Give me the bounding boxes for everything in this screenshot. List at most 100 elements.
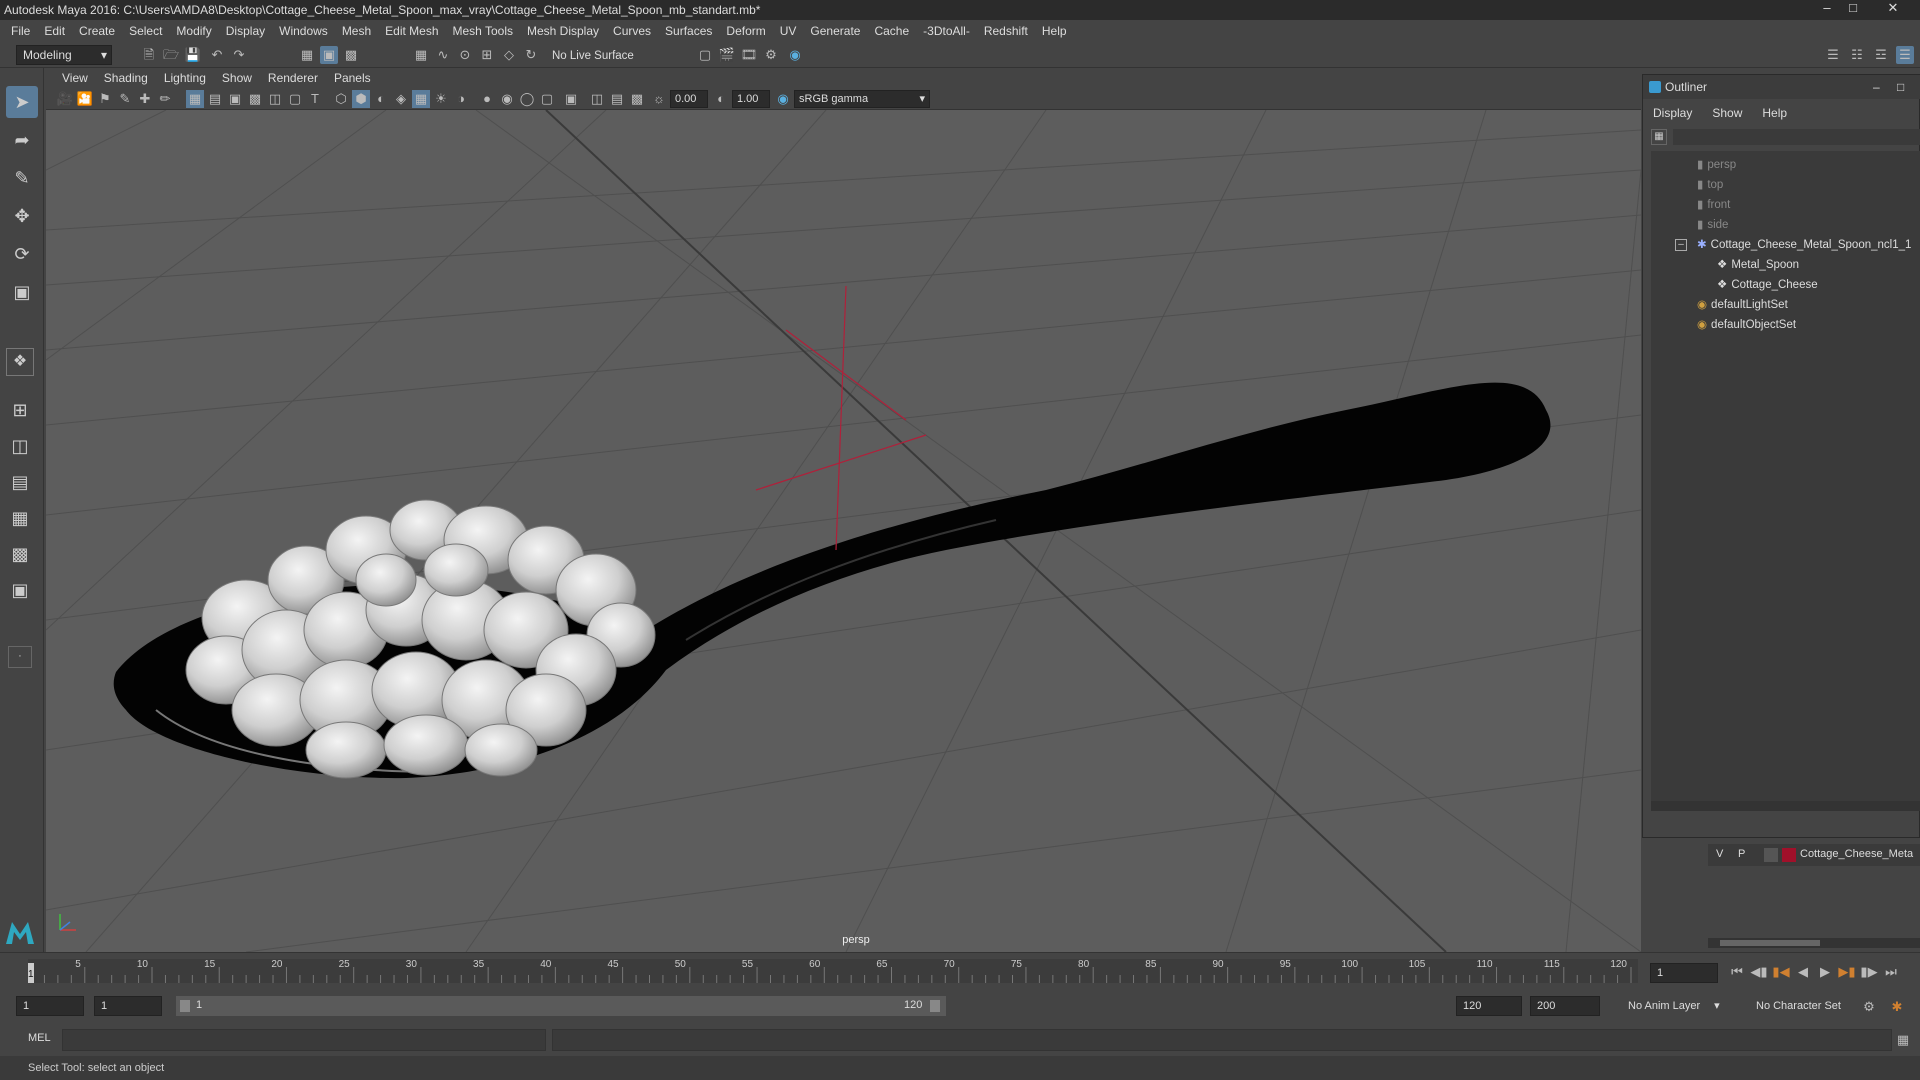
- render-region-icon[interactable]: ▢: [696, 46, 714, 64]
- gate-mask-icon[interactable]: ▩: [246, 90, 264, 108]
- xray-icon[interactable]: ◫: [588, 90, 606, 108]
- menu-windows[interactable]: Windows: [272, 24, 335, 38]
- color-management-icon[interactable]: ◉: [774, 90, 792, 108]
- grease-pencil-icon[interactable]: ✏: [156, 90, 174, 108]
- select-object-icon[interactable]: ▣: [320, 46, 338, 64]
- ipr-render-icon[interactable]: 🎞: [740, 46, 758, 64]
- step-back-frame-icon[interactable]: ▮◀: [1772, 963, 1790, 981]
- range-bar[interactable]: 1 120: [176, 996, 946, 1016]
- auto-key-icon[interactable]: ⚙: [1860, 998, 1878, 1016]
- menu-3dtoall[interactable]: -3DtoAll-: [916, 24, 977, 38]
- open-scene-icon[interactable]: 🗁: [162, 46, 180, 64]
- 2d-pan-zoom-icon[interactable]: ✚: [136, 90, 154, 108]
- scale-tool-icon[interactable]: ▣: [6, 276, 38, 308]
- command-input[interactable]: [62, 1029, 546, 1051]
- select-component-icon[interactable]: ▩: [342, 46, 360, 64]
- shadows-icon[interactable]: ◑: [452, 90, 470, 108]
- outliner-item-top[interactable]: ▮ top: [1697, 175, 1723, 195]
- channel-box-icon[interactable]: ☰: [1896, 46, 1914, 64]
- layer-horizontal-scrollbar[interactable]: [1708, 938, 1920, 948]
- tool-settings-icon[interactable]: ☲: [1872, 46, 1890, 64]
- snap-point-icon[interactable]: ⊙: [456, 46, 474, 64]
- anim-layer-dropdown[interactable]: No Anim Layer ▾: [1616, 996, 1736, 1016]
- outliner-item-persp[interactable]: ▮ persp: [1697, 155, 1736, 175]
- script-editor-icon[interactable]: ▦: [1894, 1031, 1912, 1049]
- wireframe-on-shaded-icon[interactable]: ◈: [392, 90, 410, 108]
- safe-action-icon[interactable]: ▢: [286, 90, 304, 108]
- menu-file[interactable]: File: [4, 24, 37, 38]
- field-chart-icon[interactable]: ◫: [266, 90, 284, 108]
- live-surface-field[interactable]: No Live Surface: [552, 47, 650, 65]
- collapse-toggle-icon[interactable]: –: [1675, 239, 1687, 251]
- outliner-horizontal-scrollbar[interactable]: [1651, 801, 1920, 811]
- step-forward-key-icon[interactable]: ▮▶: [1860, 963, 1878, 981]
- outliner-search-input[interactable]: [1673, 129, 1920, 145]
- minimize-button[interactable]: –: [1816, 0, 1838, 18]
- outliner-menu-show[interactable]: Show: [1702, 103, 1752, 123]
- gamma-field[interactable]: 1.00: [732, 90, 770, 108]
- textured-icon[interactable]: ▦: [412, 90, 430, 108]
- exposure-field[interactable]: 0.00: [670, 90, 708, 108]
- exposure-icon[interactable]: ☼: [650, 90, 668, 108]
- layer-name[interactable]: Cottage_Cheese_Meta: [1800, 848, 1913, 860]
- wireframe-icon[interactable]: ⬡: [332, 90, 350, 108]
- split-layout-icon[interactable]: ▦: [6, 504, 34, 532]
- menu-uv[interactable]: UV: [773, 24, 804, 38]
- motion-blur-icon[interactable]: ◉: [498, 90, 516, 108]
- graph-layout-icon[interactable]: ▤: [6, 468, 34, 496]
- gamma-icon[interactable]: ◐: [712, 90, 730, 108]
- lasso-tool-icon[interactable]: ➦: [6, 124, 38, 156]
- snap-surface-icon[interactable]: ◇: [500, 46, 518, 64]
- render-settings-icon[interactable]: ⚙: [762, 46, 780, 64]
- outliner-layout-icon[interactable]: ◫: [6, 432, 34, 460]
- custom-layout-icon[interactable]: ▣: [6, 576, 34, 604]
- time-slider-track[interactable]: 5 10 15 20 25 30 35 40 45 50 55 60 65 70 75 80 85 90 95 100…: [28, 959, 1638, 983]
- menu-cache[interactable]: Cache: [867, 24, 916, 38]
- menu-display[interactable]: Display: [219, 24, 272, 38]
- undo-icon[interactable]: ↶: [208, 46, 226, 64]
- scrollbar-thumb[interactable]: [1720, 940, 1820, 946]
- depth-of-field-icon[interactable]: ▢: [538, 90, 556, 108]
- step-forward-frame-icon[interactable]: ▶▮: [1838, 963, 1856, 981]
- menu-curves[interactable]: Curves: [606, 24, 658, 38]
- panel-menu-show[interactable]: Show: [214, 71, 260, 85]
- render-current-icon[interactable]: 🎬: [718, 46, 736, 64]
- camera-select-icon[interactable]: 🎥: [56, 90, 74, 108]
- menu-create[interactable]: Create: [72, 24, 122, 38]
- scene-start-field[interactable]: 1: [16, 996, 84, 1016]
- go-to-end-icon[interactable]: ⏭: [1882, 963, 1900, 981]
- panel-menu-lighting[interactable]: Lighting: [156, 71, 214, 85]
- outliner-item-group[interactable]: ✱ Cottage_Cheese_Metal_Spoon_ncl1_1: [1697, 235, 1911, 255]
- outliner-item-front[interactable]: ▮ front: [1697, 195, 1730, 215]
- scene-end-field[interactable]: 200: [1530, 996, 1600, 1016]
- play-forward-icon[interactable]: ▶: [1816, 963, 1834, 981]
- menu-mesh-tools[interactable]: Mesh Tools: [446, 24, 520, 38]
- go-to-start-icon[interactable]: ⏮: [1728, 963, 1746, 981]
- menu-edit-mesh[interactable]: Edit Mesh: [378, 24, 445, 38]
- snap-view-icon[interactable]: ⊞: [478, 46, 496, 64]
- outliner-item-default-light-set[interactable]: ◉ defaultLightSet: [1697, 295, 1788, 315]
- playback-start-field[interactable]: 1: [94, 996, 162, 1016]
- playback-end-field[interactable]: 120: [1456, 996, 1522, 1016]
- minimize-icon[interactable]: –: [1873, 75, 1880, 99]
- maximize-button[interactable]: □: [1842, 0, 1864, 18]
- select-hierarchy-icon[interactable]: ▦: [298, 46, 316, 64]
- menu-help[interactable]: Help: [1035, 24, 1074, 38]
- script-language-label[interactable]: MEL: [28, 1032, 51, 1044]
- xray-joints-icon[interactable]: ▤: [608, 90, 626, 108]
- play-backward-icon[interactable]: ◀: [1794, 963, 1812, 981]
- select-tool-icon[interactable]: ➤: [6, 86, 38, 118]
- layer-visibility-toggle[interactable]: V: [1716, 848, 1723, 860]
- layer-row[interactable]: V P Cottage_Cheese_Meta: [1708, 844, 1920, 866]
- layer-type-toggle[interactable]: [1764, 848, 1778, 862]
- xray-components-icon[interactable]: ▩: [628, 90, 646, 108]
- paint-select-tool-icon[interactable]: ✎: [6, 162, 38, 194]
- snap-curve-icon[interactable]: ∿: [434, 46, 452, 64]
- single-perspective-view-icon[interactable]: ❖: [6, 348, 34, 376]
- collapse-icon[interactable]: ·: [8, 646, 32, 668]
- menu-mesh[interactable]: Mesh: [335, 24, 378, 38]
- rotate-tool-icon[interactable]: ⟳: [6, 238, 38, 270]
- panel-menu-view[interactable]: View: [54, 71, 96, 85]
- outliner-item-cottage-cheese[interactable]: ❖ Cottage_Cheese: [1717, 275, 1818, 295]
- bookmark-icon[interactable]: ⚑: [96, 90, 114, 108]
